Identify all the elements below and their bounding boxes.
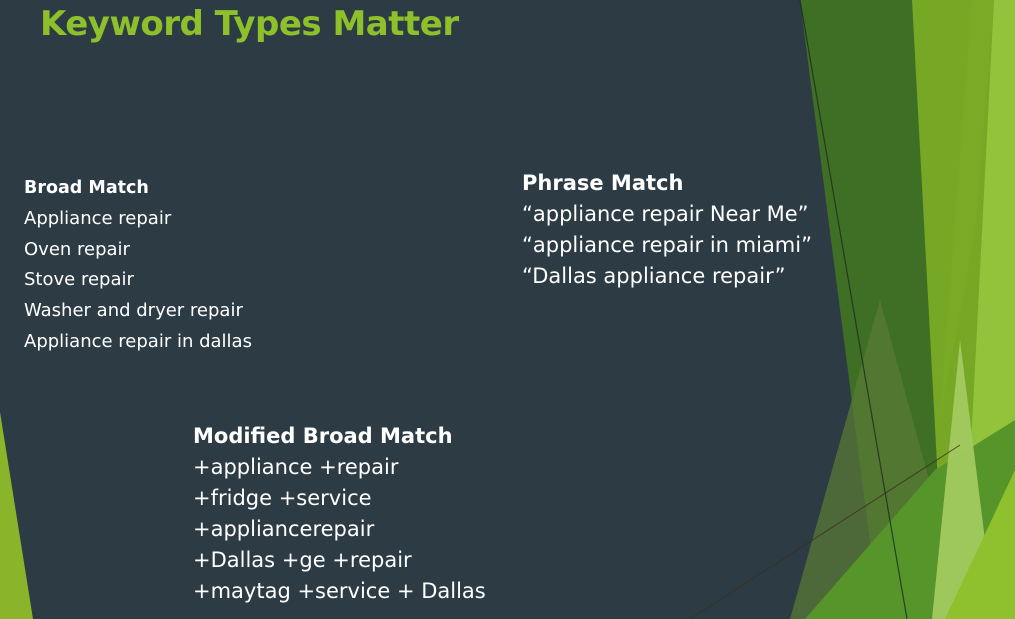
phrase-match-item: “appliance repair Near Me”: [522, 202, 809, 226]
broad-match-item: Washer and dryer repair: [24, 300, 243, 322]
modified-broad-match-heading: Modified Broad Match: [193, 424, 453, 448]
phrase-match-heading: Phrase Match: [522, 171, 684, 195]
broad-match-section: Broad Match Appliance repair Oven repair…: [24, 173, 252, 358]
modified-broad-match-item: +Dallas +ge +repair: [193, 548, 412, 572]
phrase-match-item: “appliance repair in miami”: [522, 233, 812, 257]
slide-title: Keyword Types Matter: [40, 4, 459, 44]
broad-match-item: Stove repair: [24, 269, 134, 291]
modified-broad-match-item: +maytag +service + Dallas: [193, 579, 486, 603]
phrase-match-section: Phrase Match “appliance repair Near Me” …: [522, 168, 812, 292]
broad-match-heading: Broad Match: [24, 178, 149, 198]
slide: Keyword Types Matter Broad Match Applian…: [0, 0, 1015, 619]
modified-broad-match-item: +appliancerepair: [193, 517, 375, 541]
left-green-sliver: [0, 412, 33, 619]
broad-match-item: Appliance repair in dallas: [24, 330, 252, 352]
phrase-match-item: “Dallas appliance repair”: [522, 264, 786, 288]
broad-match-item: Appliance repair: [24, 207, 172, 229]
modified-broad-match-item: +fridge +service: [193, 486, 372, 510]
modified-broad-match-section: Modified Broad Match +appliance +repair …: [193, 421, 486, 607]
modified-broad-match-item: +appliance +repair: [193, 455, 399, 479]
broad-match-item: Oven repair: [24, 238, 130, 260]
